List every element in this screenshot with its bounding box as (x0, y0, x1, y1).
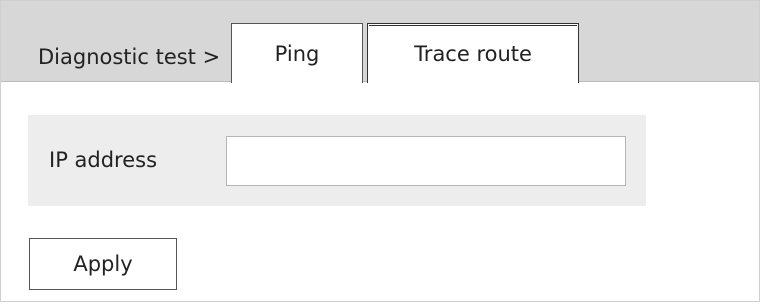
ip-address-panel: IP address (28, 115, 646, 206)
ip-address-input[interactable] (226, 136, 626, 186)
tab-ping-label: Ping (274, 41, 320, 66)
tab-bar: Diagnostic test > Ping Trace route (1, 1, 759, 83)
apply-button[interactable]: Apply (29, 238, 177, 290)
ip-address-label: IP address (49, 148, 158, 172)
tab-ping[interactable]: Ping (231, 23, 363, 83)
diagnostic-page: Diagnostic test > Ping Trace route IP ad… (0, 0, 760, 302)
tab-trace-route[interactable]: Trace route (367, 23, 579, 83)
breadcrumb: Diagnostic test > (38, 45, 221, 69)
tab-trace-route-label: Trace route (414, 41, 532, 66)
